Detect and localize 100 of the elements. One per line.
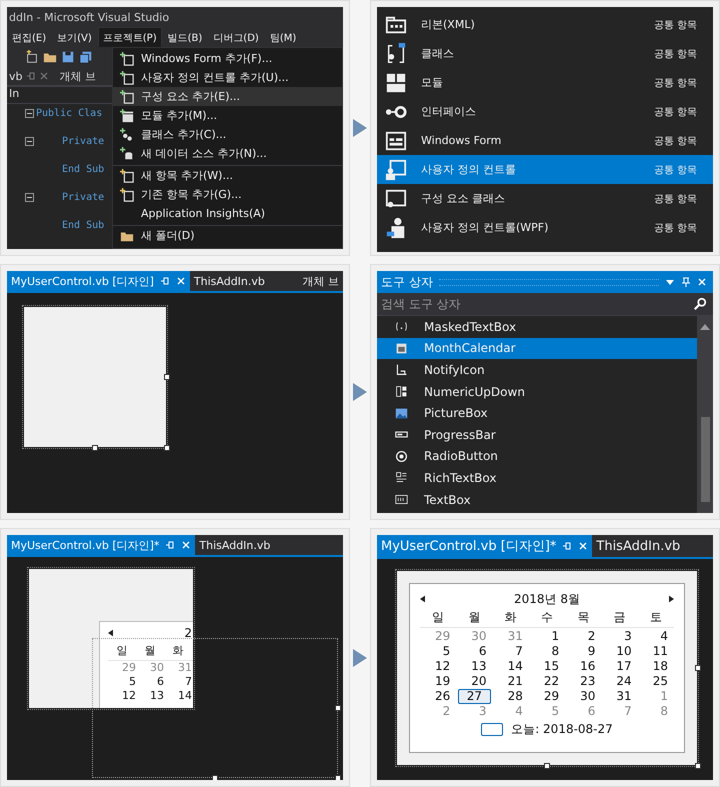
document-tab[interactable]: vb <box>7 70 22 82</box>
menu-item[interactable]: 기존 항목 추가(G)... <box>113 185 342 204</box>
month-calendar[interactable]: 2018년 8월 일 월 화 수 목 금 토 29 30 31 1 2 3 4 5 6 7 8 9 10 11 12 13 14 15 16 17 18 19 20 21 22 23 24 25 26 27 28 29 30 31 1 2 3 4 5 6 7 8 오늘: 2018-08-27 <box>409 583 685 753</box>
resize-handle[interactable] <box>695 763 701 769</box>
resize-handle[interactable] <box>164 374 170 380</box>
save-all-icon[interactable] <box>79 50 93 64</box>
calendar-day[interactable]: 21 <box>492 674 529 689</box>
template-item[interactable]: 모듈 공통 항목 <box>377 68 713 97</box>
calendar-day[interactable]: 26 <box>420 689 456 704</box>
calendar-day[interactable]: 23 <box>565 674 602 689</box>
template-item[interactable]: 사용자 정의 컨트롤 공통 항목 <box>377 155 713 184</box>
resize-handle[interactable] <box>544 763 550 769</box>
save-icon[interactable] <box>61 50 75 64</box>
template-item[interactable]: 리본(XML) 공통 항목 <box>377 10 713 39</box>
calendar-day[interactable]: 7 <box>492 644 529 659</box>
calendar-day[interactable]: 3 <box>601 629 638 644</box>
menu-item[interactable]: 빌드(B) <box>162 27 208 47</box>
menu-item[interactable]: 구성 요소 추가(E)... <box>113 87 342 106</box>
menu-item[interactable]: 클래스 추가(C)... <box>113 125 342 144</box>
calendar-day[interactable]: 30 <box>565 689 602 704</box>
resize-handle[interactable] <box>335 775 341 780</box>
toolbox-item[interactable]: MaskedTextBox <box>377 316 697 338</box>
calendar-day[interactable]: 14 <box>164 689 192 703</box>
calendar-day[interactable]: 4 <box>638 629 674 644</box>
calendar-day[interactable]: 13 <box>136 689 164 703</box>
resize-handle[interactable] <box>212 775 218 780</box>
toolbox-item[interactable]: ProgressBar <box>377 424 697 446</box>
calendar-day[interactable]: 9 <box>565 644 602 659</box>
menu-item[interactable]: 편집(E) <box>7 27 52 47</box>
close-icon[interactable] <box>38 71 48 81</box>
collapse-icon[interactable] <box>25 136 34 146</box>
pin-icon[interactable] <box>26 71 36 81</box>
menu-item[interactable]: Application Insights(A) <box>113 204 342 223</box>
calendar-day[interactable]: 31 <box>601 689 638 704</box>
calendar-day[interactable]: 29 <box>528 689 566 704</box>
toolbox-item[interactable]: RadioButton <box>377 446 697 468</box>
resize-handle[interactable] <box>335 705 341 711</box>
dropdown-icon[interactable] <box>665 277 675 287</box>
calendar-day[interactable]: 13 <box>456 659 493 674</box>
template-item[interactable]: 클래스 공통 항목 <box>377 39 713 68</box>
calendar-day[interactable]: 6 <box>565 704 602 719</box>
calendar-day[interactable]: 29 <box>108 661 136 675</box>
calendar-day[interactable]: 15 <box>528 659 566 674</box>
calendar-day[interactable]: 18 <box>638 659 674 674</box>
template-item[interactable]: 사용자 정의 컨트롤(WPF) 공통 항목 <box>377 213 713 242</box>
calendar-day[interactable]: 17 <box>601 659 638 674</box>
calendar-day[interactable]: 29 <box>420 629 456 644</box>
calendar-day[interactable]: 11 <box>638 644 674 659</box>
document-tab[interactable]: ThisAddIn.vb <box>592 535 684 557</box>
toolbox-item[interactable]: NumericUpDown <box>377 380 697 402</box>
calendar-day[interactable]: 10 <box>601 644 638 659</box>
calendar-day[interactable]: 19 <box>420 674 456 689</box>
calendar-day[interactable]: 20 <box>456 674 493 689</box>
menu-item[interactable]: 새 폴더(D) <box>113 225 342 245</box>
toolbox-item[interactable]: NotifyIcon <box>377 359 697 381</box>
collapse-icon[interactable] <box>25 108 34 118</box>
menu-item[interactable]: 새 데이터 소스 추가(N)... <box>113 144 342 163</box>
menu-item[interactable]: 새 항목 추가(W)... <box>113 165 342 185</box>
calendar-day[interactable]: 25 <box>638 674 674 689</box>
menu-item[interactable]: 디버그(D) <box>208 27 264 47</box>
user-control-surface[interactable]: 2 일 월 화 29 30 31 5 6 7 12 13 14 <box>29 569 193 708</box>
document-tab[interactable]: ThisAddIn.vb <box>195 535 274 555</box>
calendar-day[interactable]: 22 <box>528 674 566 689</box>
toolbox-item[interactable]: TextBox <box>377 488 697 510</box>
collapse-icon[interactable] <box>25 192 34 202</box>
toolbox-item[interactable]: MonthCalendar <box>377 338 697 360</box>
calendar-day[interactable]: 28 <box>492 689 529 704</box>
calendar-day[interactable]: 30 <box>456 629 493 644</box>
scrollbar-thumb[interactable] <box>700 417 710 502</box>
calendar-day[interactable]: 31 <box>492 629 529 644</box>
calendar-day[interactable]: 12 <box>420 659 456 674</box>
calendar-day[interactable]: 5 <box>108 675 136 689</box>
previous-month-icon[interactable] <box>420 595 425 603</box>
resize-handle[interactable] <box>695 665 701 671</box>
calendar-day[interactable]: 6 <box>456 644 493 659</box>
menu-item[interactable]: 팀(M) <box>264 27 302 47</box>
calendar-day[interactable]: 16 <box>565 659 602 674</box>
calendar-day[interactable]: 1 <box>528 629 566 644</box>
menu-item[interactable]: 프로젝트(P) <box>98 27 162 47</box>
search-icon[interactable] <box>693 297 707 311</box>
template-item[interactable]: Windows Form 공통 항목 <box>377 126 713 155</box>
next-month-icon[interactable] <box>669 595 674 603</box>
calendar-day[interactable]: 8 <box>528 644 566 659</box>
template-item[interactable]: 인터페이스 공통 항목 <box>377 97 713 126</box>
resize-handle[interactable] <box>92 445 98 451</box>
calendar-day[interactable]: 14 <box>492 659 529 674</box>
calendar-day[interactable]: 2 <box>420 704 456 719</box>
today-link[interactable]: 오늘: 2018-08-27 <box>511 720 613 738</box>
toolbox-item[interactable]: RichTextBox <box>377 467 697 489</box>
menu-item[interactable]: 사용자 정의 컨트롤 추가(U)... <box>113 68 342 87</box>
resize-handle[interactable] <box>164 445 170 451</box>
toolbox-item[interactable]: PictureBox <box>377 402 697 424</box>
calendar-day[interactable]: 31 <box>164 661 192 675</box>
document-tab[interactable]: 개체 브 <box>60 68 96 84</box>
document-tab[interactable]: 개체 브 <box>298 271 343 291</box>
calendar-day[interactable]: 8 <box>638 704 674 719</box>
menu-item[interactable]: 모듈 추가(M)... <box>113 106 342 125</box>
new-project-icon[interactable] <box>25 50 39 64</box>
calendar-day[interactable]: 12 <box>108 689 136 703</box>
calendar-day[interactable]: 5 <box>420 644 456 659</box>
